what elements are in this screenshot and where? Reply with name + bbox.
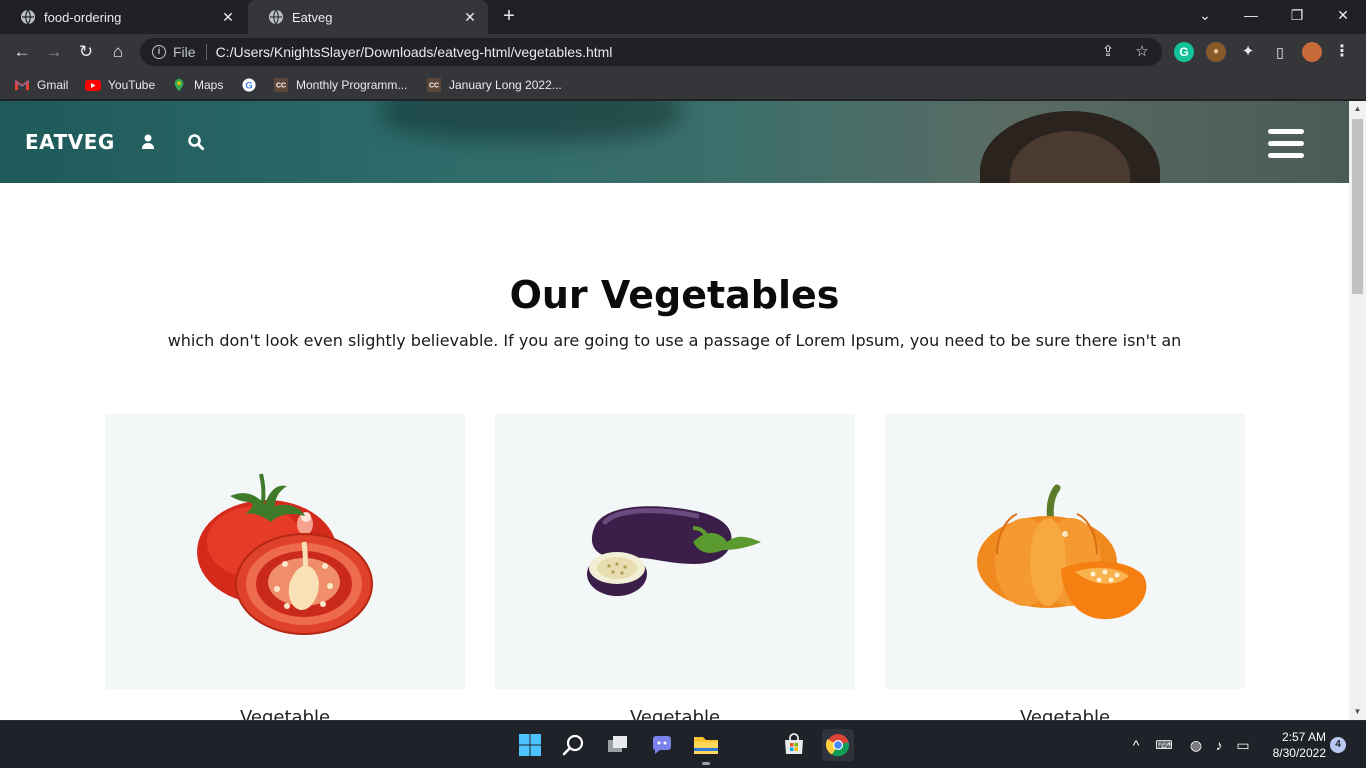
globe-icon <box>21 9 35 25</box>
close-window-button[interactable]: ✕ <box>1320 0 1366 32</box>
bookmark-maps[interactable]: Maps <box>171 76 223 94</box>
vegetable-card-pumpkin[interactable] <box>885 414 1245 689</box>
user-icon[interactable] <box>139 133 157 151</box>
svg-text:G: G <box>245 81 252 92</box>
tomato-image <box>197 473 373 635</box>
url-text[interactable]: C:/Users/KnightsSlayer/Downloads/eatveg-… <box>216 44 613 60</box>
tab-food-ordering[interactable]: food-ordering ✕ <box>0 0 246 34</box>
url-scheme: File <box>173 44 196 60</box>
clock-date: 8/30/2022 <box>1272 746 1326 760</box>
search-icon[interactable] <box>558 729 590 761</box>
start-windows-icon[interactable] <box>514 729 546 761</box>
keyboard-icon[interactable]: ⌨ <box>1154 735 1174 755</box>
svg-text:CC: CC <box>429 83 439 90</box>
bookmark-youtube[interactable]: YouTube <box>85 76 155 94</box>
youtube-icon <box>85 80 101 91</box>
bookmark-google[interactable]: G <box>241 76 264 94</box>
menu-kebab-icon[interactable]: ⋮ <box>1332 42 1352 62</box>
codechef-icon: CC <box>274 78 288 92</box>
vegetable-card-tomato[interactable] <box>105 414 465 689</box>
eggplant-image <box>587 506 761 596</box>
bookmark-label: Maps <box>194 78 224 92</box>
card-label: Vegetable <box>629 707 721 720</box>
close-tab-icon[interactable]: ✕ <box>462 9 478 25</box>
pumpkin-image <box>977 484 1147 620</box>
site-header: EATVEG <box>0 101 1349 183</box>
restore-button[interactable]: ❐ <box>1274 0 1320 32</box>
search-icon[interactable] <box>187 133 205 151</box>
teams-chat-icon[interactable] <box>646 729 678 761</box>
new-tab-button[interactable]: + <box>496 5 522 29</box>
tab-title: food-ordering <box>44 9 122 25</box>
volume-icon[interactable]: ♪ <box>1209 735 1229 755</box>
bookmark-label: Monthly Programm... <box>296 78 408 92</box>
windows-taskbar: ^ ⌨ ◍ ♪ ▭ 2:57 AM 8/30/2022 4 <box>0 720 1366 768</box>
vegetable-card-eggplant[interactable] <box>495 414 855 689</box>
bookmark-label: YouTube <box>108 78 156 92</box>
card-label: Vegetable <box>239 707 331 720</box>
home-icon[interactable]: ⌂ <box>104 38 132 66</box>
bookmarks-bar: Gmail YouTube Maps G CC Monthly Programm… <box>0 70 1366 100</box>
bookmark-codechef-monthly[interactable]: CC Monthly Programm... <box>273 76 407 94</box>
divider <box>205 44 207 60</box>
info-icon[interactable]: i <box>152 45 166 59</box>
bookmark-codechef-january[interactable]: CC January Long 2022... <box>426 76 562 94</box>
tab-title: Eatveg <box>292 9 333 25</box>
grammarly-extension-icon[interactable]: G <box>1174 42 1194 62</box>
minimize-button[interactable]: — <box>1228 0 1274 32</box>
scroll-up-icon[interactable]: ▲ <box>1349 101 1366 117</box>
google-icon: G <box>242 78 256 92</box>
bookmark-star-icon[interactable]: ☆ <box>1132 42 1152 62</box>
side-panel-icon[interactable]: ▯ <box>1270 42 1290 62</box>
scrollbar-thumb[interactable] <box>1352 119 1363 294</box>
tab-eatveg[interactable]: Eatveg ✕ <box>248 0 488 34</box>
bookmark-gmail[interactable]: Gmail <box>14 76 68 94</box>
tab-strip: food-ordering ✕ Eatveg ✕ + ⌄ — ❐ ✕ <box>0 0 1366 34</box>
card-label: Vegetable <box>1019 707 1111 720</box>
profile-avatar[interactable] <box>1302 42 1322 62</box>
svg-text:CC: CC <box>276 83 286 90</box>
maps-pin-icon <box>174 78 184 92</box>
battery-icon[interactable]: ▭ <box>1233 735 1253 755</box>
page-scrollbar[interactable]: ▲ ▼ <box>1349 101 1366 720</box>
page-viewport: EATVEG Our Vegetables which don't look e… <box>0 101 1366 720</box>
close-tab-icon[interactable]: ✕ <box>220 9 236 25</box>
file-explorer-icon[interactable] <box>690 729 722 765</box>
share-icon[interactable]: ⇪ <box>1098 42 1118 62</box>
bookmark-label: Gmail <box>37 78 69 92</box>
extensions-puzzle-icon[interactable]: ✦ <box>1238 42 1258 62</box>
clock-time: 2:57 AM <box>1281 730 1326 744</box>
address-bar[interactable]: i File C:/Users/KnightsSlayer/Downloads/… <box>140 38 1162 66</box>
cookie-extension-icon[interactable]: ● <box>1206 42 1226 62</box>
codechef-icon: CC <box>427 78 441 92</box>
reload-icon[interactable]: ↻ <box>72 38 100 66</box>
scroll-down-icon[interactable]: ▼ <box>1349 704 1366 720</box>
gmail-icon <box>14 80 30 90</box>
tab-search-icon[interactable]: ⌄ <box>1182 0 1228 32</box>
system-clock[interactable]: 2:57 AM 8/30/2022 <box>1262 729 1326 761</box>
show-hidden-icons-chevron[interactable]: ^ <box>1126 735 1146 755</box>
hamburger-menu-icon[interactable] <box>1268 129 1304 159</box>
browser-toolbar: ← → ↻ ⌂ i File C:/Users/KnightsSlayer/Do… <box>0 34 1366 70</box>
network-globe-icon[interactable]: ◍ <box>1186 735 1206 755</box>
section-subtitle: which don't look even slightly believabl… <box>167 331 1182 350</box>
globe-icon <box>269 9 283 25</box>
back-icon[interactable]: ← <box>8 38 36 66</box>
task-view-icon[interactable] <box>602 729 634 761</box>
microsoft-store-icon[interactable] <box>778 729 810 761</box>
forward-icon[interactable]: → <box>40 38 68 66</box>
bookmark-label: January Long 2022... <box>449 78 562 92</box>
notification-badge[interactable]: 4 <box>1330 737 1346 753</box>
section-title: Our Vegetables <box>509 273 840 317</box>
site-logo[interactable]: EATVEG <box>25 130 115 154</box>
chrome-icon[interactable] <box>822 729 854 761</box>
header-background <box>380 101 680 141</box>
